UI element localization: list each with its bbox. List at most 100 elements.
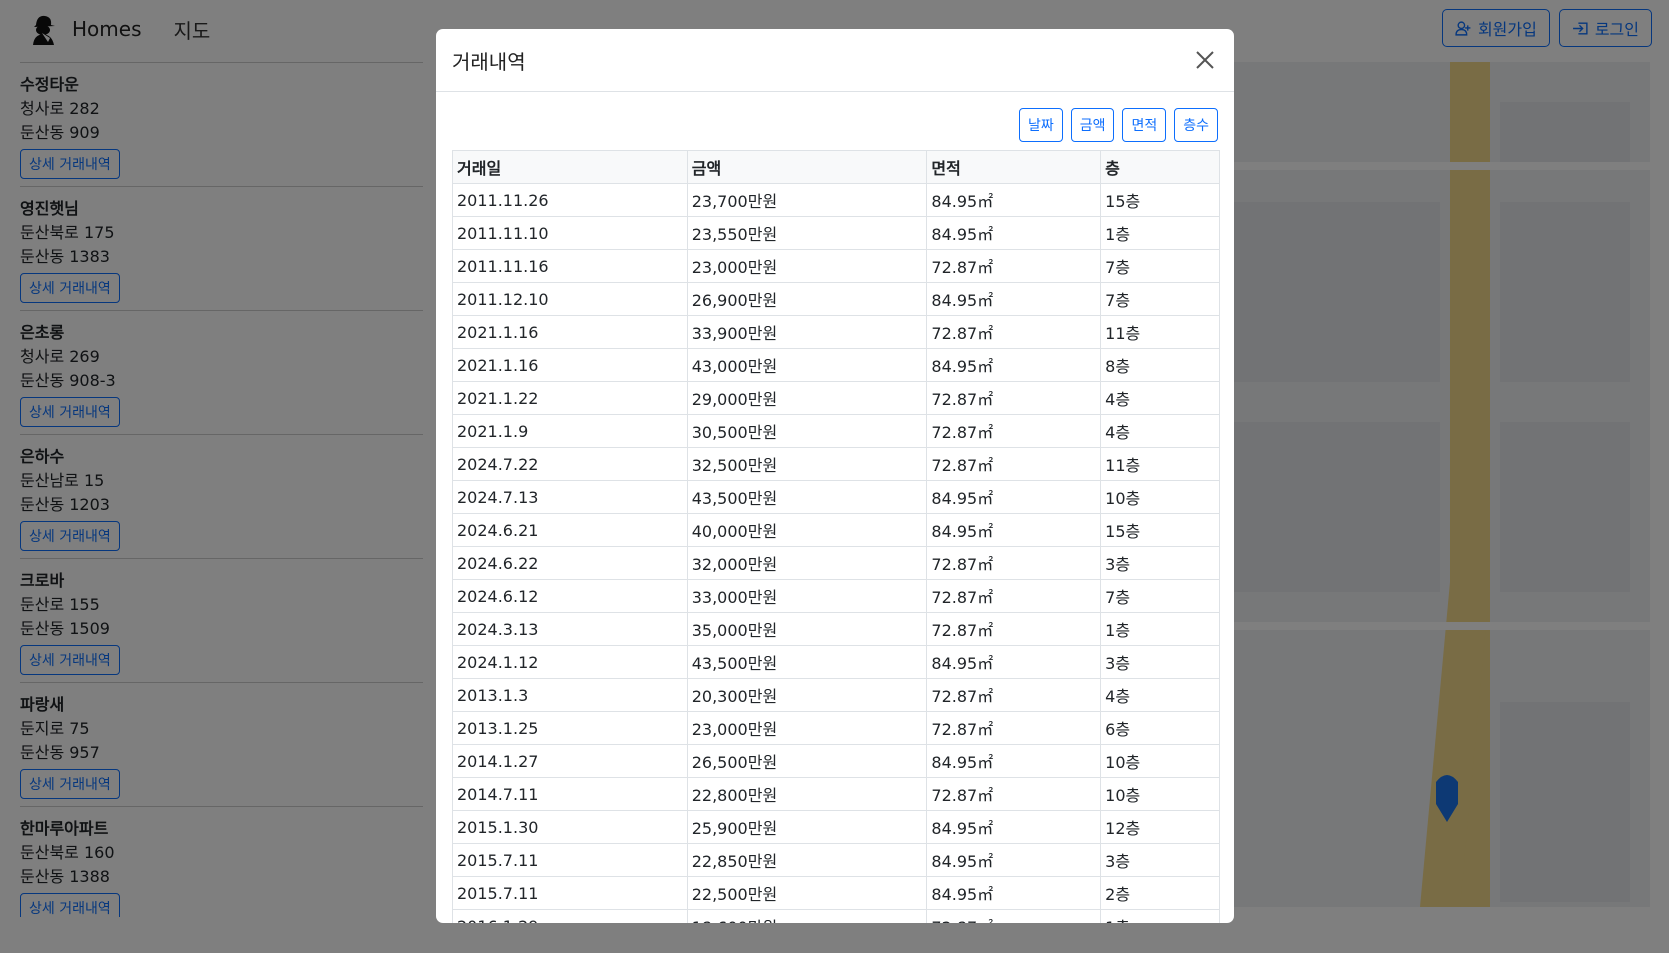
table-row: 2024.6.21 40,000만원 84.95㎡ 15층 bbox=[452, 513, 1220, 547]
transaction-date: 2024.1.12 bbox=[452, 645, 688, 679]
transaction-date: 2024.6.12 bbox=[452, 579, 688, 613]
transaction-area: 72.87㎡ bbox=[926, 315, 1102, 349]
sort-by-price-button[interactable]: 금액 bbox=[1070, 108, 1115, 142]
transaction-area: 84.95㎡ bbox=[926, 216, 1102, 250]
transaction-date: 2016.1.29 bbox=[452, 909, 688, 923]
transaction-date: 2024.3.13 bbox=[452, 612, 688, 646]
transaction-price: 43,500만원 bbox=[686, 645, 928, 679]
table-row: 2015.7.11 22,500만원 84.95㎡ 2층 bbox=[452, 876, 1220, 910]
transaction-floor: 4층 bbox=[1100, 381, 1220, 415]
transaction-price: 32,000만원 bbox=[686, 546, 928, 580]
table-row: 2024.6.12 33,000만원 72.87㎡ 7층 bbox=[452, 579, 1220, 613]
transaction-floor: 7층 bbox=[1100, 249, 1220, 283]
transaction-price: 43,500만원 bbox=[686, 480, 928, 514]
table-row: 2015.7.11 22,850만원 84.95㎡ 3층 bbox=[452, 843, 1220, 877]
transaction-floor: 3층 bbox=[1100, 546, 1220, 580]
transaction-date: 2015.1.30 bbox=[452, 810, 688, 844]
transaction-price: 32,500만원 bbox=[686, 447, 928, 481]
table-row: 2024.6.22 32,000만원 72.87㎡ 3층 bbox=[452, 546, 1220, 580]
transaction-floor: 15층 bbox=[1100, 183, 1220, 217]
transaction-area: 72.87㎡ bbox=[926, 612, 1102, 646]
transaction-floor: 6층 bbox=[1100, 711, 1220, 745]
transaction-area: 72.87㎡ bbox=[926, 579, 1102, 613]
transaction-price: 25,900만원 bbox=[686, 810, 928, 844]
transaction-floor: 3층 bbox=[1100, 843, 1220, 877]
transaction-price: 43,000만원 bbox=[686, 348, 928, 382]
table-row: 2011.11.26 23,700만원 84.95㎡ 15층 bbox=[452, 183, 1220, 217]
sort-by-floor-button[interactable]: 층수 bbox=[1174, 108, 1218, 142]
table-row: 2021.1.9 30,500만원 72.87㎡ 4층 bbox=[452, 414, 1220, 448]
transaction-price: 23,000만원 bbox=[686, 249, 928, 283]
transaction-price: 18,600만원 bbox=[686, 909, 928, 923]
transaction-price: 23,000만원 bbox=[686, 711, 928, 745]
transaction-date: 2021.1.22 bbox=[452, 381, 688, 415]
column-header-floor: 층 bbox=[1100, 150, 1220, 184]
column-header-date: 거래일 bbox=[452, 150, 688, 184]
transaction-price: 22,500만원 bbox=[686, 876, 928, 910]
modal-header: 거래내역 bbox=[436, 29, 1234, 92]
transaction-floor: 3층 bbox=[1100, 645, 1220, 679]
transaction-date: 2021.1.16 bbox=[452, 315, 688, 349]
transaction-floor: 7층 bbox=[1100, 282, 1220, 316]
transaction-floor: 1층 bbox=[1100, 909, 1220, 923]
transaction-area: 84.95㎡ bbox=[926, 876, 1102, 910]
transaction-date: 2013.1.3 bbox=[452, 678, 688, 712]
transaction-price: 40,000만원 bbox=[686, 513, 928, 547]
modal-title: 거래내역 bbox=[452, 49, 526, 74]
transaction-floor: 2층 bbox=[1100, 876, 1220, 910]
transaction-area: 84.95㎡ bbox=[926, 810, 1102, 844]
transaction-date: 2011.11.26 bbox=[452, 183, 688, 217]
transaction-price: 22,850만원 bbox=[686, 843, 928, 877]
transaction-floor: 1층 bbox=[1100, 612, 1220, 646]
transaction-area: 84.95㎡ bbox=[926, 480, 1102, 514]
sort-buttons: 날짜 금액 면적 층수 bbox=[452, 108, 1218, 142]
transaction-rows: 2011.11.26 23,700만원 84.95㎡ 15층 2011.11.10 23,… bbox=[452, 183, 1220, 923]
transaction-area: 84.95㎡ bbox=[926, 183, 1102, 217]
transaction-floor: 10층 bbox=[1100, 480, 1220, 514]
table-row: 2013.1.25 23,000만원 72.87㎡ 6층 bbox=[452, 711, 1220, 745]
table-row: 2016.1.2918,600만원72.87㎡1층 bbox=[452, 909, 1220, 923]
transaction-floor: 7층 bbox=[1100, 579, 1220, 613]
column-header-price: 금액 bbox=[686, 150, 928, 184]
transaction-date: 2021.1.16 bbox=[452, 348, 688, 382]
table-row: 2014.1.27 26,500만원 84.95㎡ 10층 bbox=[452, 744, 1220, 778]
transaction-price: 33,900만원 bbox=[686, 315, 928, 349]
table-row: 2024.3.13 35,000만원 72.87㎡ 1층 bbox=[452, 612, 1220, 646]
transaction-date: 2014.7.11 bbox=[452, 777, 688, 811]
sort-by-area-button[interactable]: 면적 bbox=[1122, 108, 1167, 142]
close-icon[interactable] bbox=[1192, 47, 1218, 73]
table-row: 2021.1.16 43,000만원 84.95㎡ 8층 bbox=[452, 348, 1220, 382]
transaction-area: 84.95㎡ bbox=[926, 744, 1102, 778]
table-row: 2013.1.3 20,300만원 72.87㎡ 4층 bbox=[452, 678, 1220, 712]
transaction-area: 84.95㎡ bbox=[926, 645, 1102, 679]
transaction-modal: 거래내역 날짜 금액 면적 층수 거래일 금액 면적 층 2011.11.26 2… bbox=[436, 29, 1234, 923]
transaction-price: 26,500만원 bbox=[686, 744, 928, 778]
sort-by-date-button[interactable]: 날짜 bbox=[1018, 108, 1063, 142]
transaction-price: 29,000만원 bbox=[686, 381, 928, 415]
transaction-date: 2011.11.10 bbox=[452, 216, 688, 250]
table-row: 2024.7.13 43,500만원 84.95㎡ 10층 bbox=[452, 480, 1220, 514]
table-row: 2011.11.10 23,550만원 84.95㎡ 1층 bbox=[452, 216, 1220, 250]
transaction-date: 2013.1.25 bbox=[452, 711, 688, 745]
transaction-floor: 11층 bbox=[1100, 315, 1220, 349]
transaction-date: 2011.11.16 bbox=[452, 249, 688, 283]
transaction-area: 72.87㎡ bbox=[926, 546, 1102, 580]
transaction-price: 35,000만원 bbox=[686, 612, 928, 646]
table-header-row: 거래일 금액 면적 층 bbox=[452, 150, 1220, 184]
transaction-area: 72.87㎡ bbox=[926, 678, 1102, 712]
transaction-floor: 15층 bbox=[1100, 513, 1220, 547]
transaction-table: 거래일 금액 면적 층 2011.11.26 23,700만원 84.95㎡ 15층 2… bbox=[452, 150, 1220, 923]
transaction-floor: 12층 bbox=[1100, 810, 1220, 844]
transaction-price: 23,550만원 bbox=[686, 216, 928, 250]
transaction-area: 72.87㎡ bbox=[926, 381, 1102, 415]
transaction-price: 33,000만원 bbox=[686, 579, 928, 613]
transaction-date: 2015.7.11 bbox=[452, 843, 688, 877]
transaction-date: 2021.1.9 bbox=[452, 414, 688, 448]
transaction-date: 2024.7.13 bbox=[452, 480, 688, 514]
transaction-area: 84.95㎡ bbox=[926, 513, 1102, 547]
table-row: 2021.1.22 29,000만원 72.87㎡ 4층 bbox=[452, 381, 1220, 415]
table-row: 2014.7.11 22,800만원 72.87㎡ 10층 bbox=[452, 777, 1220, 811]
transaction-area: 72.87㎡ bbox=[926, 447, 1102, 481]
transaction-area: 72.87㎡ bbox=[926, 909, 1102, 923]
transaction-date: 2011.12.10 bbox=[452, 282, 688, 316]
